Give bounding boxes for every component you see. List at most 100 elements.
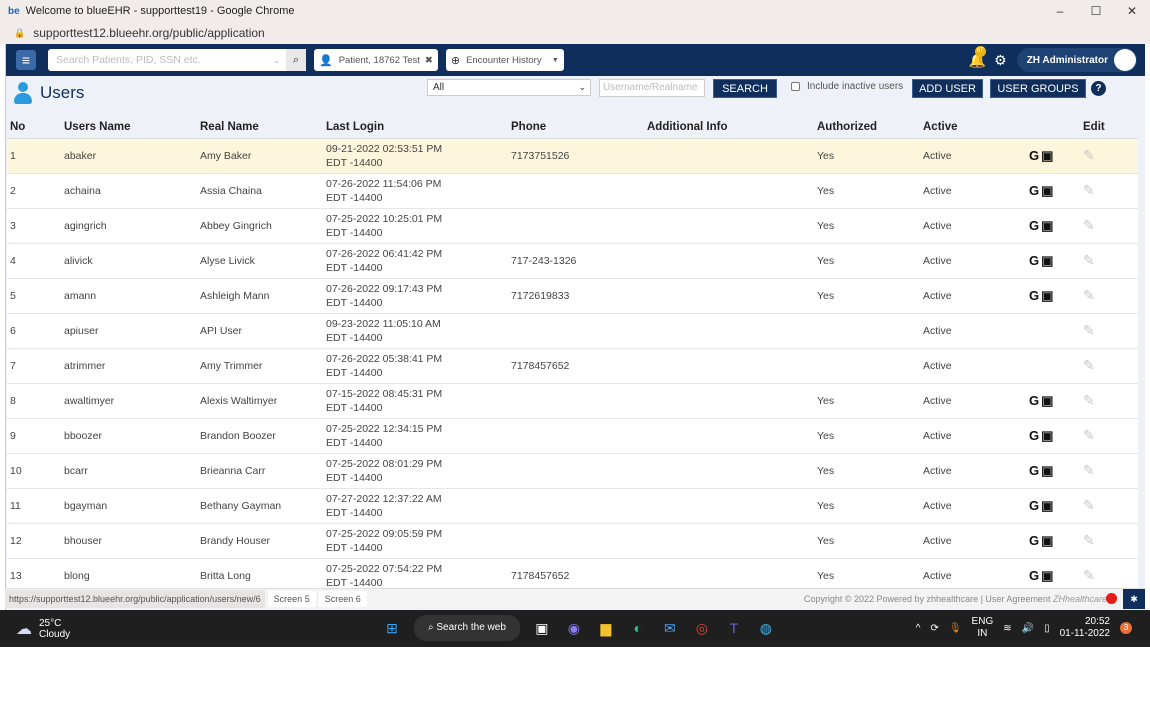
table-row[interactable]: 8 awaltimyer Alexis Waltimyer 07-15-2022… — [7, 383, 1138, 419]
column-header[interactable]: Real Name — [200, 116, 326, 139]
qr-auth-icon[interactable]: ▣ — [1041, 463, 1055, 478]
table-row[interactable]: 6 apiuser API User 09-23-2022 11:05:10 A… — [7, 313, 1138, 349]
edit-pencil-icon[interactable]: ✎ — [1083, 348, 1138, 384]
edit-pencil-icon[interactable]: ✎ — [1083, 313, 1138, 349]
username[interactable]: bgayman — [64, 488, 200, 524]
qr-auth-icon[interactable]: ▣ — [1041, 183, 1055, 198]
google-auth-icon[interactable]: G — [1029, 393, 1041, 408]
volume-icon[interactable]: 🔊 — [1022, 623, 1034, 634]
user-groups-button[interactable]: USER GROUPS — [990, 79, 1086, 98]
teams-icon[interactable]: T — [723, 617, 745, 639]
google-auth-icon[interactable]: G — [1029, 218, 1041, 233]
table-row[interactable]: 4 alivick Alyse Livick 07-26-2022 06:41:… — [7, 243, 1138, 279]
username[interactable]: apiuser — [64, 313, 200, 349]
maximize-button[interactable]: ☐ — [1078, 0, 1114, 22]
username[interactable]: achaina — [64, 173, 200, 209]
column-header[interactable]: Edit — [1083, 116, 1138, 139]
username[interactable]: awaltimyer — [64, 383, 200, 419]
table-row[interactable]: 7 atrimmer Amy Trimmer 07-26-2022 05:38:… — [7, 348, 1138, 384]
qr-auth-icon[interactable]: ▣ — [1041, 498, 1055, 513]
edit-pencil-icon[interactable]: ✎ — [1083, 453, 1138, 489]
close-icon[interactable]: ✖ — [425, 55, 433, 66]
help-icon[interactable]: ? — [1091, 81, 1106, 96]
screen-tab-5[interactable]: Screen 5 — [267, 590, 316, 607]
table-row[interactable]: 12 bhouser Brandy Houser 07-25-2022 09:0… — [7, 523, 1138, 559]
patient-search-input[interactable]: Search Patients, PID, SSN etc. ⌄ ⌕ — [48, 49, 306, 71]
google-auth-icon[interactable]: G — [1029, 288, 1041, 303]
battery-icon[interactable]: ▯ — [1044, 623, 1050, 634]
filter-select[interactable]: All ⌄ — [427, 79, 591, 96]
search-icon[interactable]: ⌕ — [286, 49, 306, 71]
qr-auth-icon[interactable]: ▣ — [1041, 288, 1055, 303]
minimize-button[interactable]: – — [1042, 0, 1078, 22]
table-row[interactable]: 11 bgayman Bethany Gayman 07-27-2022 12:… — [7, 488, 1138, 524]
gear-icon[interactable]: ⚙ — [994, 52, 1007, 69]
add-user-button[interactable]: ADD USER — [912, 79, 983, 98]
table-row[interactable]: 2 achaina Assia Chaina 07-26-2022 11:54:… — [7, 173, 1138, 209]
edit-pencil-icon[interactable]: ✎ — [1083, 278, 1138, 314]
username-input[interactable]: Username/Realname — [599, 79, 705, 97]
google-auth-icon[interactable]: G — [1029, 568, 1041, 583]
username[interactable]: bcarr — [64, 453, 200, 489]
user-menu[interactable]: ZH Administrator — [1016, 48, 1137, 72]
username[interactable]: bboozer — [64, 418, 200, 454]
chat-app-icon[interactable]: ◉ — [563, 617, 585, 639]
close-button[interactable]: ✕ — [1114, 0, 1150, 22]
qr-auth-icon[interactable]: ▣ — [1041, 533, 1055, 548]
username[interactable]: agingrich — [64, 208, 200, 244]
search-web-button[interactable]: ⌕ Search the web — [414, 615, 520, 641]
edge-icon[interactable]: ◐ — [627, 617, 649, 639]
qr-auth-icon[interactable]: ▣ — [1041, 428, 1055, 443]
google-auth-icon[interactable]: G — [1029, 183, 1041, 198]
qr-auth-icon[interactable]: ▣ — [1041, 148, 1055, 163]
chevron-up-icon[interactable]: ^ — [916, 623, 921, 634]
include-inactive-checkbox[interactable]: Include inactive users — [791, 81, 903, 92]
username[interactable]: alivick — [64, 243, 200, 279]
bell-icon[interactable]: 🔔 67 — [969, 45, 986, 69]
search-button[interactable]: SEARCH — [713, 79, 777, 98]
google-auth-icon[interactable]: G — [1029, 253, 1041, 268]
table-row[interactable]: 5 amann Ashleigh Mann 07-26-2022 09:17:4… — [7, 278, 1138, 314]
table-row[interactable]: 9 bboozer Brandon Boozer 07-25-2022 12:3… — [7, 418, 1138, 454]
google-auth-icon[interactable]: G — [1029, 533, 1041, 548]
username[interactable]: atrimmer — [64, 348, 200, 384]
notification-badge[interactable]: 3 — [1120, 622, 1132, 634]
google-auth-icon[interactable]: G — [1029, 148, 1041, 163]
address-bar[interactable]: 🔒 supporttest12.blueehr.org/public/applic… — [0, 22, 1150, 44]
windows-start-icon[interactable]: ⊞ — [381, 617, 403, 639]
column-header[interactable]: Users Name — [64, 116, 200, 139]
qr-auth-icon[interactable]: ▣ — [1041, 568, 1055, 583]
edit-pencil-icon[interactable]: ✎ — [1083, 243, 1138, 279]
column-header[interactable]: No — [7, 116, 64, 139]
edit-pencil-icon[interactable]: ✎ — [1083, 488, 1138, 524]
clock-time[interactable]: 20:52 — [1060, 616, 1110, 628]
google-auth-icon[interactable]: G — [1029, 428, 1041, 443]
google-auth-icon[interactable]: G — [1029, 463, 1041, 478]
edit-pencil-icon[interactable]: ✎ — [1083, 173, 1138, 209]
username[interactable]: amann — [64, 278, 200, 314]
screen-tab-6[interactable]: Screen 6 — [318, 590, 367, 607]
lang-code[interactable]: ENG — [972, 616, 994, 628]
column-header[interactable]: Last Login — [326, 116, 511, 139]
file-explorer-icon[interactable]: ▆ — [595, 617, 617, 639]
chrome-icon[interactable]: ◎ — [691, 617, 713, 639]
qr-auth-icon[interactable]: ▣ — [1041, 253, 1055, 268]
table-row[interactable]: 3 agingrich Abbey Gingrich 07-25-2022 10… — [7, 208, 1138, 244]
menu-icon[interactable]: ≡ — [16, 50, 36, 70]
table-row[interactable]: 1 abaker Amy Baker 09-21-2022 02:53:51 P… — [7, 138, 1138, 174]
encounter-dropdown[interactable]: ⊕ Encounter History ▼ — [445, 49, 564, 71]
microphone-icon[interactable]: 🎙 — [949, 623, 962, 634]
checkbox[interactable] — [791, 82, 800, 91]
weather-widget[interactable]: ☁ 25°C Cloudy — [16, 618, 70, 640]
sync-icon[interactable]: ⟳ — [930, 623, 938, 634]
edit-pencil-icon[interactable]: ✎ — [1083, 418, 1138, 454]
table-row[interactable]: 10 bcarr Brieanna Carr 07-25-2022 08:01:… — [7, 453, 1138, 489]
wifi-icon[interactable]: ≋ — [1003, 623, 1011, 634]
edit-pencil-icon[interactable]: ✎ — [1083, 523, 1138, 559]
app-icon[interactable]: ◍ — [755, 617, 777, 639]
column-header[interactable]: Phone — [511, 116, 647, 139]
username[interactable]: abaker — [64, 138, 200, 174]
edit-pencil-icon[interactable]: ✎ — [1083, 208, 1138, 244]
username[interactable]: bhouser — [64, 523, 200, 559]
column-header[interactable]: Additional Info — [647, 116, 817, 139]
